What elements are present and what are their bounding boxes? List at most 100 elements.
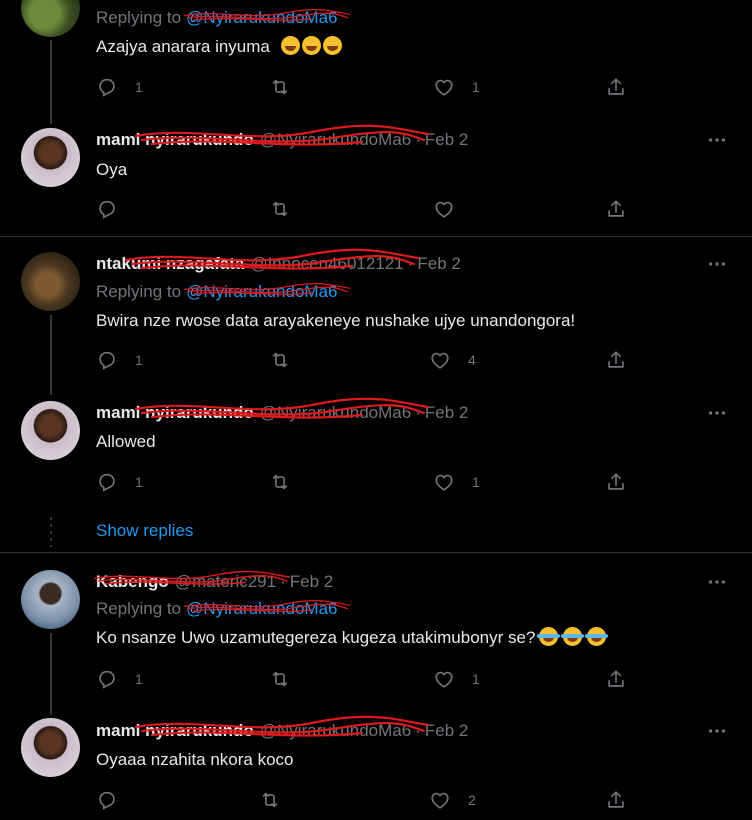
more-icon xyxy=(706,253,728,275)
display-name[interactable]: mami nyirarukundo xyxy=(96,721,254,741)
thread-line xyxy=(50,315,52,395)
retweet-button[interactable] xyxy=(269,348,291,372)
user-handle[interactable]: @materic291 xyxy=(175,572,276,592)
share-button[interactable] xyxy=(605,348,627,372)
more-icon xyxy=(706,571,728,593)
tweet-date[interactable]: Feb 2 xyxy=(425,130,468,150)
display-name[interactable]: mami nyirarukundo xyxy=(96,130,254,150)
like-button[interactable]: 1 xyxy=(433,470,480,494)
tweet-6[interactable]: mami nyirarukundo @NyirarukundoMa6 · Feb… xyxy=(0,701,752,820)
share-button[interactable] xyxy=(605,197,627,221)
tweet-3[interactable]: ntakumi nzagafata @Innocen46012121 · Feb… xyxy=(0,237,752,395)
tweet-date[interactable]: Feb 2 xyxy=(417,254,460,274)
retweet-button[interactable] xyxy=(269,75,291,99)
retweet-icon xyxy=(269,76,291,98)
display-name[interactable]: ntakumi nzagafata xyxy=(96,254,244,274)
reply-icon xyxy=(96,349,118,371)
avatar[interactable] xyxy=(21,718,80,777)
like-button[interactable]: 1 xyxy=(433,667,480,691)
retweet-icon xyxy=(269,471,291,493)
tweet-2[interactable]: mami nyirarukundo @NyirarukundoMa6 · Feb… xyxy=(0,118,752,236)
tweet-actions: 1 1 xyxy=(96,667,636,691)
like-button[interactable] xyxy=(433,197,472,221)
like-count: 1 xyxy=(472,79,480,95)
user-handle[interactable]: @Innocen46012121 xyxy=(250,254,403,274)
reply-icon xyxy=(96,76,118,98)
like-count: 2 xyxy=(468,792,476,808)
thread-line xyxy=(50,40,52,124)
tweet-header: mami nyirarukundo @NyirarukundoMa6 · Feb… xyxy=(96,401,468,425)
more-icon xyxy=(706,129,728,151)
display-name[interactable]: mami nyirarukundo xyxy=(96,403,254,423)
reply-icon xyxy=(96,471,118,493)
reply-button[interactable]: 1 xyxy=(96,348,143,372)
more-options-button[interactable] xyxy=(705,401,729,425)
display-name[interactable]: Kabengo xyxy=(96,572,169,592)
more-icon xyxy=(706,720,728,742)
tweet-text: Allowed xyxy=(96,432,156,451)
share-icon xyxy=(605,668,627,690)
avatar[interactable] xyxy=(21,252,80,311)
reply-button[interactable]: 1 xyxy=(96,667,143,691)
reply-button[interactable]: 1 xyxy=(96,470,143,494)
more-icon xyxy=(706,402,728,424)
like-count: 4 xyxy=(468,352,476,368)
retweet-button[interactable] xyxy=(269,667,291,691)
retweet-icon xyxy=(269,349,291,371)
reply-button[interactable] xyxy=(96,788,135,812)
share-icon xyxy=(605,198,627,220)
user-handle[interactable]: @NyirarukundoMa6 xyxy=(260,721,411,741)
like-button[interactable]: 1 xyxy=(433,75,480,99)
tweet-header: ntakumi nzagafata @Innocen46012121 · Feb… xyxy=(96,252,461,276)
heart-icon xyxy=(433,471,455,493)
replying-to: Replying to @NyirarukundoMa6 xyxy=(96,282,338,302)
tweet-5[interactable]: Kabengo @materic291 · Feb 2 Replying to @… xyxy=(0,553,752,715)
user-handle[interactable]: @NyirarukundoMa6 xyxy=(260,403,411,423)
tweet-date[interactable]: Feb 2 xyxy=(290,572,333,592)
retweet-button[interactable] xyxy=(259,788,281,812)
reply-icon xyxy=(96,668,118,690)
more-options-button[interactable] xyxy=(705,252,729,276)
mention-link[interactable]: @NyirarukundoMa6 xyxy=(186,599,337,619)
tweet-header: mami nyirarukundo @NyirarukundoMa6 · Feb… xyxy=(96,719,468,743)
retweet-icon xyxy=(269,198,291,220)
weary-face-emoji xyxy=(301,36,321,55)
tweet-text: Ko nsanze Uwo uzamutegereza kugeza utaki… xyxy=(96,627,609,648)
replying-to: Replying to @NyirarukundoMa6 xyxy=(96,599,338,619)
share-icon xyxy=(605,789,627,811)
retweet-icon xyxy=(269,668,291,690)
share-button[interactable] xyxy=(605,75,627,99)
share-button[interactable] xyxy=(605,470,627,494)
like-count: 1 xyxy=(472,671,480,687)
reply-button[interactable]: 1 xyxy=(96,75,143,99)
avatar[interactable] xyxy=(21,128,80,187)
show-replies-link[interactable]: Show replies xyxy=(96,521,193,541)
tweet-actions: 1 4 xyxy=(96,348,636,372)
collapsed-thread-line xyxy=(50,517,52,547)
mention-link[interactable]: @NyirarukundoMa6 xyxy=(186,282,337,302)
reply-button[interactable] xyxy=(96,197,135,221)
heart-icon xyxy=(433,668,455,690)
more-options-button[interactable] xyxy=(705,570,729,594)
reply-icon xyxy=(96,789,118,811)
tweet-1[interactable]: Replying to @NyirarukundoMa6 Azajya anara… xyxy=(0,0,752,124)
avatar[interactable] xyxy=(21,0,80,37)
avatar[interactable] xyxy=(21,401,80,460)
like-button[interactable]: 2 xyxy=(429,788,476,812)
more-options-button[interactable] xyxy=(705,128,729,152)
user-handle[interactable]: @NyirarukundoMa6 xyxy=(260,130,411,150)
tweet-actions: 1 1 xyxy=(96,75,636,99)
share-button[interactable] xyxy=(605,788,627,812)
like-button[interactable]: 4 xyxy=(429,348,476,372)
mention-link[interactable]: @NyirarukundoMa6 xyxy=(186,8,337,28)
retweet-button[interactable] xyxy=(269,470,291,494)
tweet-date[interactable]: Feb 2 xyxy=(425,721,468,741)
heart-icon xyxy=(433,76,455,98)
share-button[interactable] xyxy=(605,667,627,691)
more-options-button[interactable] xyxy=(705,719,729,743)
tweet-4[interactable]: mami nyirarukundo @NyirarukundoMa6 · Feb… xyxy=(0,385,752,552)
tweet-date[interactable]: Feb 2 xyxy=(425,403,468,423)
separator-dot: · xyxy=(415,721,421,740)
avatar[interactable] xyxy=(21,570,80,629)
retweet-button[interactable] xyxy=(269,197,291,221)
